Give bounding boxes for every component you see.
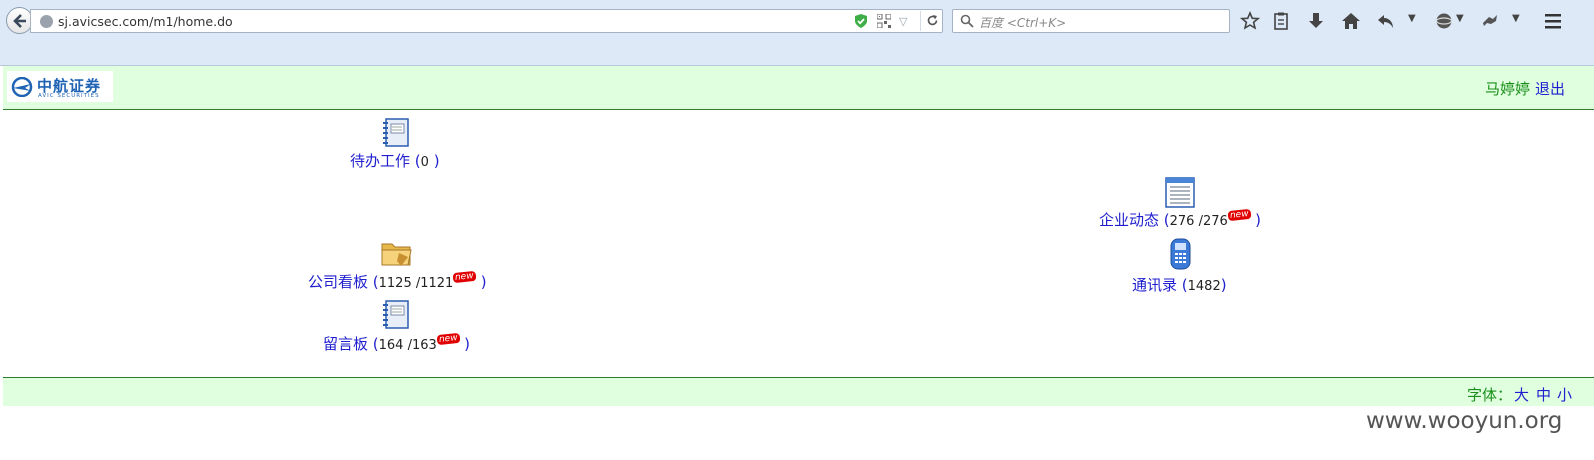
board-open-paren: ( [368, 273, 379, 291]
messages-close-paren: ) [459, 335, 471, 353]
page-header: 中航证券 AVIC SECURITIES 马婷婷 退出 [3, 66, 1594, 110]
new-badge: new [1227, 208, 1251, 222]
notebook-icon[interactable] [382, 300, 410, 330]
contacts-close-paren: ) [1220, 276, 1227, 294]
avic-logo-icon [11, 77, 33, 97]
logout-link[interactable]: 退出 [1535, 78, 1565, 99]
qr-code-icon[interactable] [877, 14, 891, 28]
browser-toolbar: sj.avicsec.com/m1/home.do ▽ 百度 <Ctrl+K> [0, 0, 1594, 66]
extension-dropdown-icon[interactable]: ▼ [1512, 13, 1520, 24]
reload-icon [927, 15, 938, 26]
font-size-large[interactable]: 大 [1514, 384, 1529, 405]
message-board-label: 留言板 [323, 335, 369, 353]
menu-icon[interactable] [1543, 11, 1563, 31]
messages-open-paren: ( [368, 335, 379, 353]
todo-open-paren: ( [410, 152, 421, 170]
home-icon[interactable] [1341, 11, 1361, 31]
list-document-icon[interactable] [1165, 177, 1195, 208]
url-text: sj.avicsec.com/m1/home.do [58, 14, 233, 29]
user-name: 马婷婷 [1485, 80, 1531, 98]
company-board-label: 公司看板 [308, 273, 369, 291]
search-placeholder: 百度 <Ctrl+K> [979, 16, 1067, 30]
addon-globe-icon[interactable] [1434, 11, 1454, 31]
font-size-small[interactable]: 小 [1557, 384, 1572, 405]
todo-close-paren: ) [428, 152, 440, 170]
search-bar[interactable]: 百度 <Ctrl+K> [952, 9, 1230, 33]
undo-icon[interactable] [1376, 11, 1396, 31]
new-badge: new [436, 332, 460, 346]
todo-label: 待办工作 [350, 152, 411, 170]
contacts-link[interactable]: 通讯录 (1482) [1132, 274, 1227, 295]
message-board-count: 164 /163 [378, 338, 437, 353]
site-info-icon[interactable] [40, 15, 53, 28]
page-footer: 字体： 大 中 小 [3, 377, 1594, 406]
company-news-count: 276 /276 [1169, 214, 1228, 229]
history-dropdown-icon[interactable]: ▽ [899, 15, 907, 28]
logo-english-text: AVIC SECURITIES [38, 93, 100, 99]
folder-icon[interactable] [381, 239, 412, 268]
search-icon [960, 14, 974, 28]
company-news-link[interactable]: 企业动态 (276 /276 new ) [1099, 208, 1262, 230]
extension-icon[interactable] [1480, 11, 1500, 31]
font-size-label: 字体： [1467, 386, 1513, 404]
message-board-link[interactable]: 留言板 (164 /163 new ) [323, 332, 471, 354]
todo-count: 0 [420, 155, 429, 170]
news-open-paren: ( [1159, 211, 1170, 229]
download-icon[interactable] [1306, 11, 1326, 31]
undo-dropdown-icon[interactable]: ▼ [1408, 13, 1416, 24]
back-arrow-icon [13, 14, 26, 28]
notebook-icon[interactable] [382, 118, 410, 148]
shield-icon[interactable] [854, 13, 868, 29]
company-news-label: 企业动态 [1099, 211, 1160, 229]
contacts-count: 1482 [1187, 279, 1221, 294]
company-logo: 中航证券 AVIC SECURITIES [7, 71, 113, 102]
board-close-paren: ) [475, 273, 487, 291]
contacts-label: 通讯录 [1132, 276, 1178, 294]
news-close-paren: ) [1250, 211, 1262, 229]
contacts-open-paren: ( [1177, 276, 1188, 294]
address-bar[interactable]: sj.avicsec.com/m1/home.do ▽ [30, 9, 943, 33]
phone-icon[interactable] [1170, 238, 1191, 270]
watermark: www.wooyun.org [1366, 408, 1563, 434]
addon-dropdown-icon[interactable]: ▼ [1456, 13, 1464, 24]
bookmark-star-icon[interactable] [1240, 11, 1260, 31]
new-badge: new [452, 270, 477, 284]
back-button[interactable] [6, 7, 33, 34]
company-board-link[interactable]: 公司看板 (1125 /1121 new ) [308, 270, 487, 292]
reload-button[interactable] [920, 11, 943, 31]
company-board-count: 1125 /1121 [378, 276, 454, 291]
reading-list-icon[interactable] [1271, 11, 1291, 31]
font-size-medium[interactable]: 中 [1536, 384, 1551, 405]
todo-link[interactable]: 待办工作 (0 ) [350, 150, 440, 171]
